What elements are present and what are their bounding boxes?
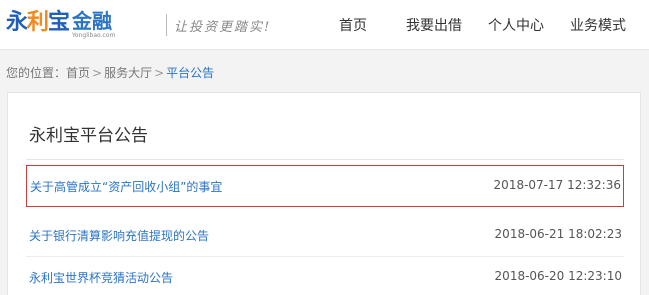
nav-item-invest[interactable]: 我要出借	[406, 15, 462, 35]
logo-char-2: 利	[27, 10, 49, 35]
logo-wordmark: 永利宝	[6, 9, 70, 37]
logo-char-3: 宝	[48, 10, 70, 35]
announcement-date: 2018-06-21 18:02:23	[494, 227, 622, 241]
announcement-date: 2018-07-17 12:32:36	[493, 178, 621, 192]
panel-title: 永利宝平台公告	[29, 126, 148, 146]
site-logo[interactable]: 永利宝 金融 Yonglibao.com	[6, 9, 115, 41]
nav-item-account[interactable]: 个人中心	[488, 15, 544, 35]
slogan-divider	[166, 14, 167, 36]
announcement-title-link[interactable]: 关于银行清算影响充值提现的公告	[29, 227, 209, 244]
nav-item-home[interactable]: 首页	[339, 15, 367, 35]
logo-jr-block: 金融 Yonglibao.com	[72, 9, 115, 39]
announcement-row[interactable]: 关于银行清算影响充值提现的公告 2018-06-21 18:02:23	[26, 215, 624, 257]
panel-divider	[26, 159, 624, 160]
breadcrumb-home-link[interactable]: 首页	[66, 66, 90, 80]
breadcrumb-separator: >	[92, 66, 103, 80]
announcement-panel: 永利宝平台公告 关于高管成立“资产回收小组”的事宜 2018-07-17 12:…	[7, 92, 641, 295]
breadcrumb-separator: >	[154, 66, 165, 80]
slogan-text: 让投资更踏实!	[174, 20, 272, 35]
breadcrumb-current: 平台公告	[166, 66, 215, 80]
breadcrumb-prefix: 您的位置：	[6, 66, 67, 80]
announcement-title-link[interactable]: 永利宝世界杯竞猜活动公告	[29, 269, 173, 286]
announcement-row[interactable]: 关于高管成立“资产回收小组”的事宜 2018-07-17 12:32:36	[26, 165, 624, 207]
announcement-title-link[interactable]: 关于高管成立“资产回收小组”的事宜	[30, 178, 222, 195]
breadcrumb: 您的位置：首页 > 服务大厅 > 平台公告	[6, 64, 214, 81]
breadcrumb-hall-link[interactable]: 服务大厅	[104, 66, 152, 80]
announcement-date: 2018-06-20 12:23:10	[494, 269, 622, 283]
logo-jr-text: 金融	[72, 9, 113, 33]
site-header: 永利宝 金融 Yonglibao.com 让投资更踏实! 首页 我要出借 个人中…	[0, 0, 649, 50]
logo-url-text: Yonglibao.com	[72, 32, 116, 39]
logo-char-1: 永	[6, 10, 28, 35]
announcement-row[interactable]: 永利宝世界杯竞猜活动公告 2018-06-20 12:23:10	[26, 257, 624, 295]
nav-item-business[interactable]: 业务模式	[570, 15, 626, 35]
